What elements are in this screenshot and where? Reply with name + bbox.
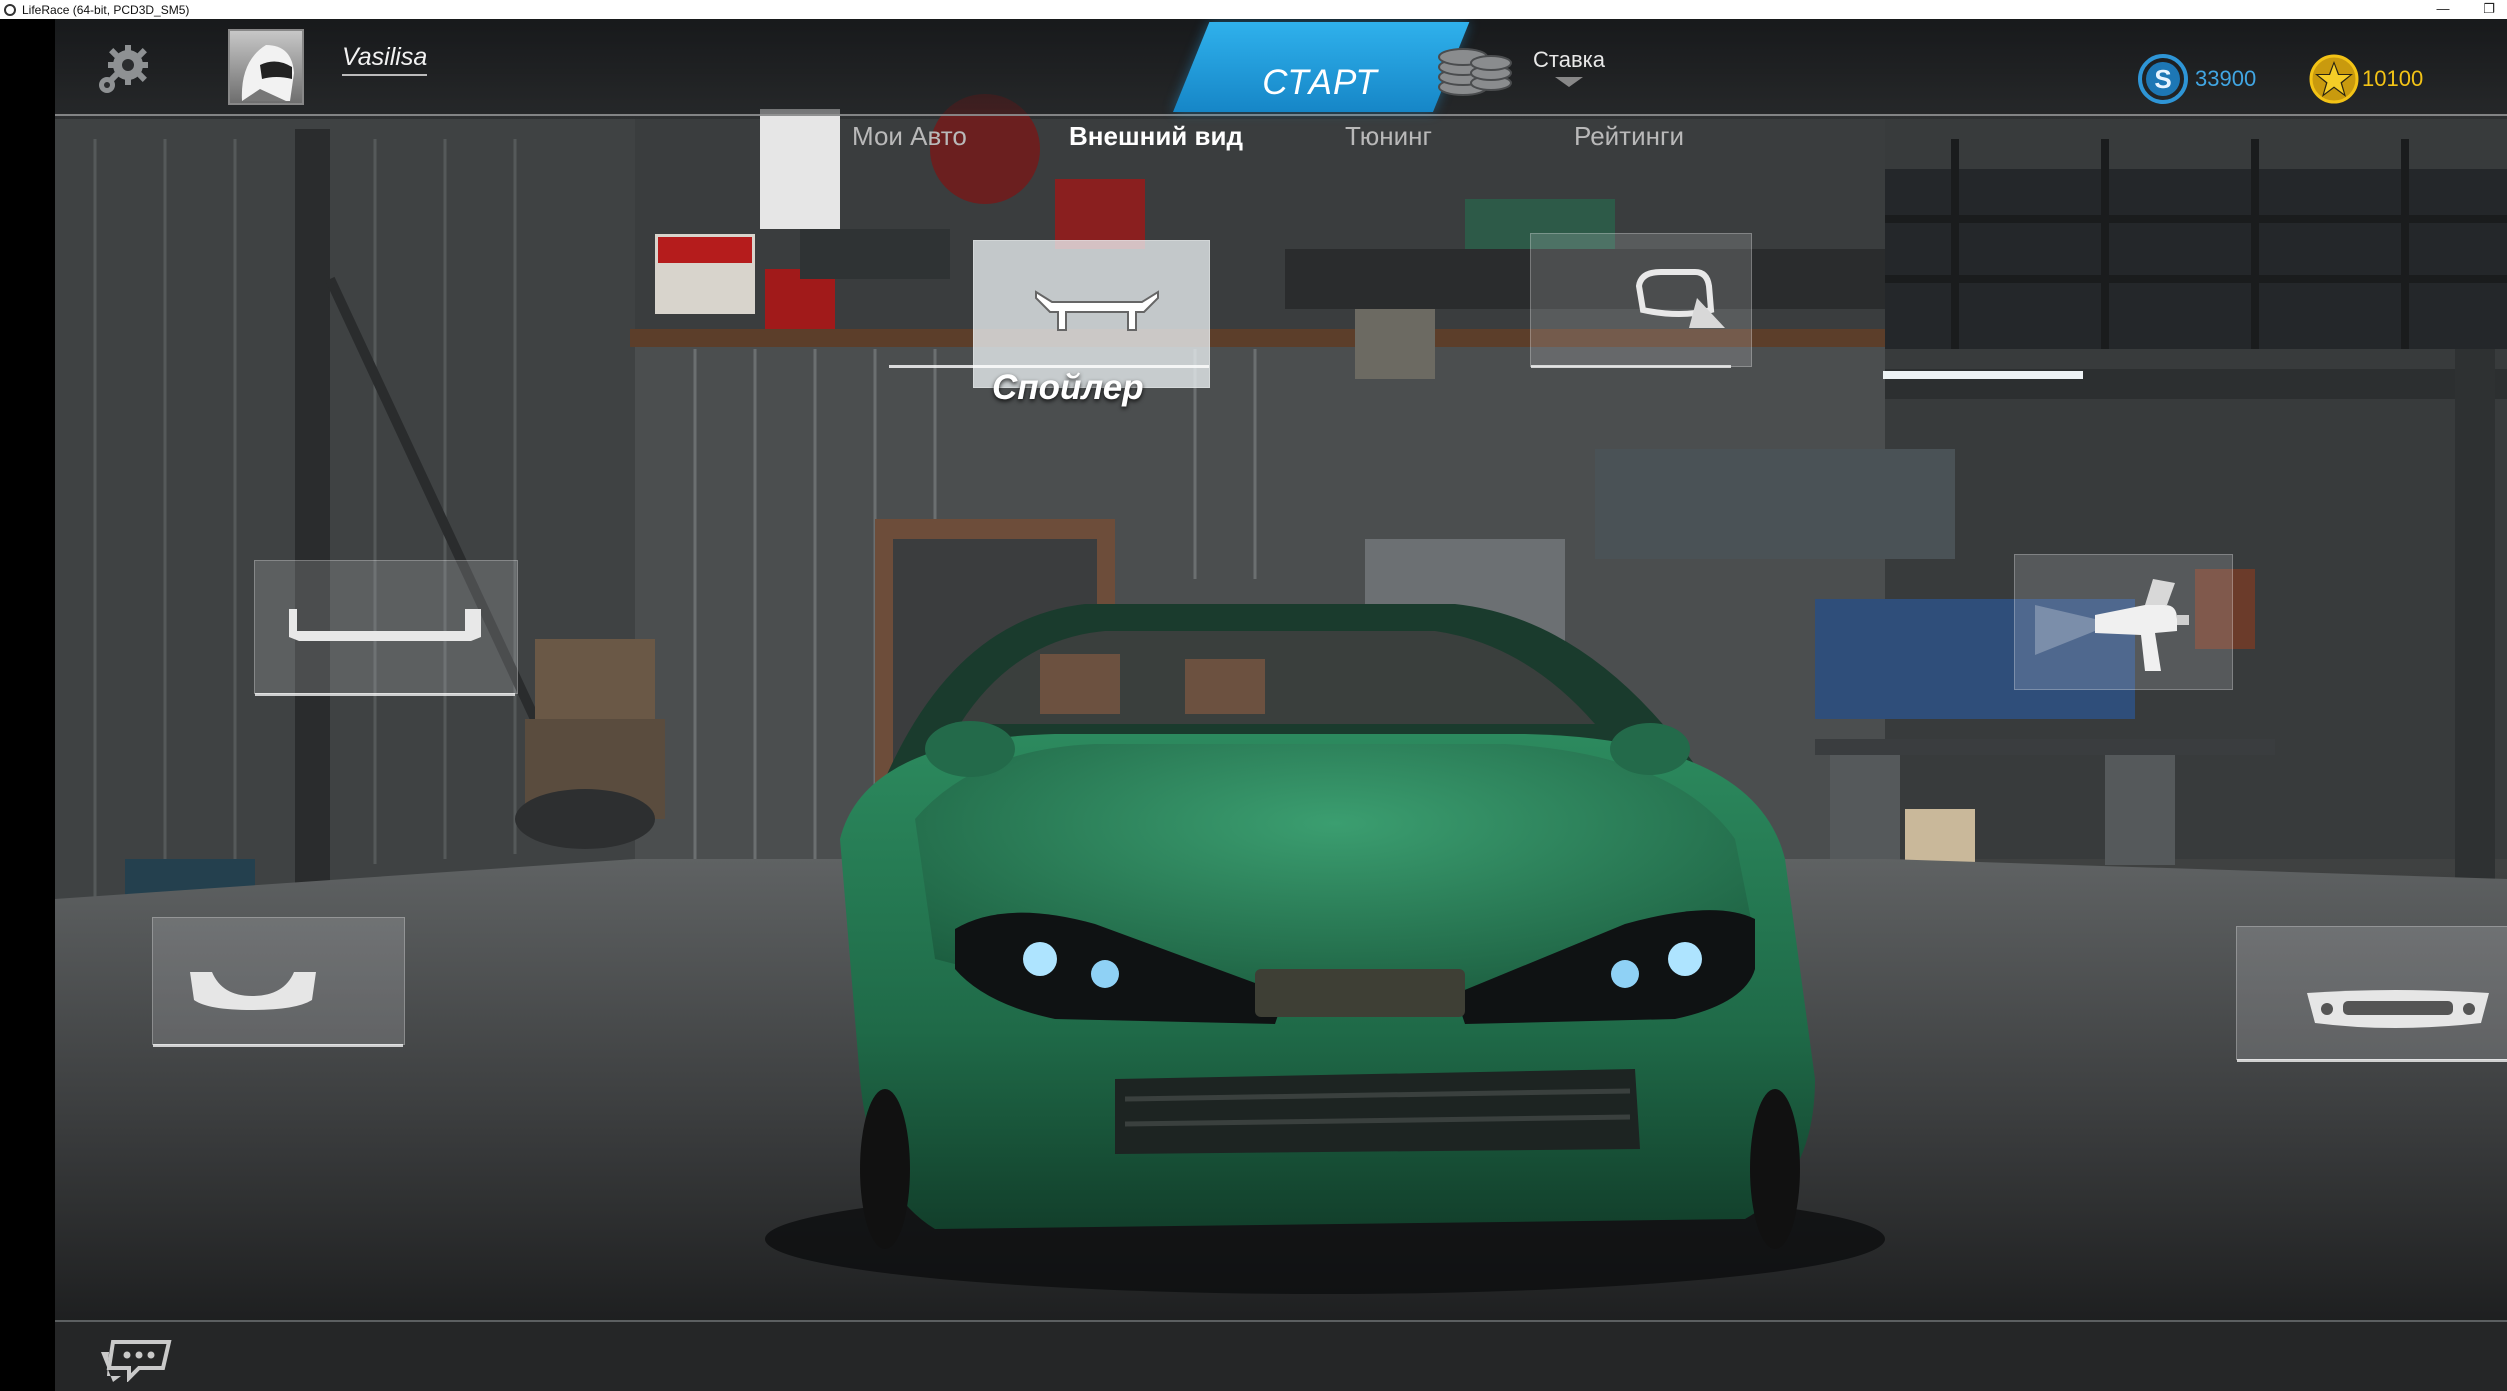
restore-icon[interactable]: ❐ bbox=[2466, 0, 2507, 19]
player-name[interactable]: Vasilisa bbox=[342, 43, 428, 76]
app-icon bbox=[4, 3, 16, 16]
svg-text:S: S bbox=[2154, 64, 2171, 94]
part-skirt-button[interactable] bbox=[254, 560, 518, 696]
star-coin-icon bbox=[2309, 54, 2359, 104]
dollar-coin-icon: S bbox=[2138, 54, 2188, 104]
garage-scene bbox=[55, 94, 2507, 1391]
window-title: LifeRace (64-bit, PCD3D_SM5) bbox=[22, 2, 190, 17]
rear-bumper-underline bbox=[153, 1044, 403, 1047]
spoiler-icon bbox=[1035, 290, 1159, 331]
gear-icon[interactable] bbox=[95, 39, 155, 99]
tab-ratings[interactable]: Рейтинги bbox=[1574, 121, 1684, 152]
side-mirror-icon bbox=[1635, 269, 1725, 328]
helmet-avatar-icon[interactable] bbox=[228, 29, 304, 105]
part-front-bumper-button[interactable] bbox=[2236, 926, 2507, 1062]
tab-my-cars[interactable]: Мои Авто bbox=[852, 121, 967, 152]
left-black-strip bbox=[0, 19, 55, 1391]
game-viewport: Vasilisa СТАРТ Ставка S 33900 10100 Мои bbox=[55, 19, 2507, 1391]
tab-tuning[interactable]: Тюнинг bbox=[1345, 121, 1432, 152]
top-header: Vasilisa СТАРТ Ставка S 33900 10100 bbox=[55, 19, 2507, 116]
skirt-underline bbox=[255, 693, 515, 696]
part-paint-button[interactable] bbox=[2014, 554, 2233, 690]
selected-part-label: Спойлер bbox=[992, 368, 1144, 407]
coin-stack-icon[interactable] bbox=[1435, 37, 1515, 101]
paint-spray-gun-icon bbox=[2035, 579, 2189, 671]
start-label[interactable]: СТАРТ bbox=[1220, 63, 1420, 103]
tab-appearance[interactable]: Внешний вид bbox=[1069, 121, 1243, 152]
money-value: 33900 bbox=[2195, 66, 2257, 91]
part-mirror-button[interactable] bbox=[1530, 233, 1752, 368]
rear-bumper-icon bbox=[190, 972, 316, 1010]
front-bumper-underline bbox=[2237, 1059, 2507, 1062]
front-bumper-icon bbox=[2307, 990, 2489, 1028]
bet-dropdown-arrow-icon[interactable] bbox=[1555, 77, 1583, 87]
part-rear-bumper-button[interactable] bbox=[152, 917, 405, 1047]
gold-value: 10100 bbox=[2362, 66, 2424, 91]
bet-label[interactable]: Ставка bbox=[1533, 47, 1605, 73]
mirror-underline bbox=[1531, 365, 1731, 368]
minimize-icon[interactable]: — bbox=[2420, 0, 2466, 19]
side-skirt-icon bbox=[289, 609, 481, 641]
chat-bubbles-icon[interactable] bbox=[99, 1338, 175, 1382]
bottom-bar bbox=[55, 1320, 2507, 1391]
window-title-bar: LifeRace (64-bit, PCD3D_SM5) — ❐ bbox=[0, 0, 2507, 20]
